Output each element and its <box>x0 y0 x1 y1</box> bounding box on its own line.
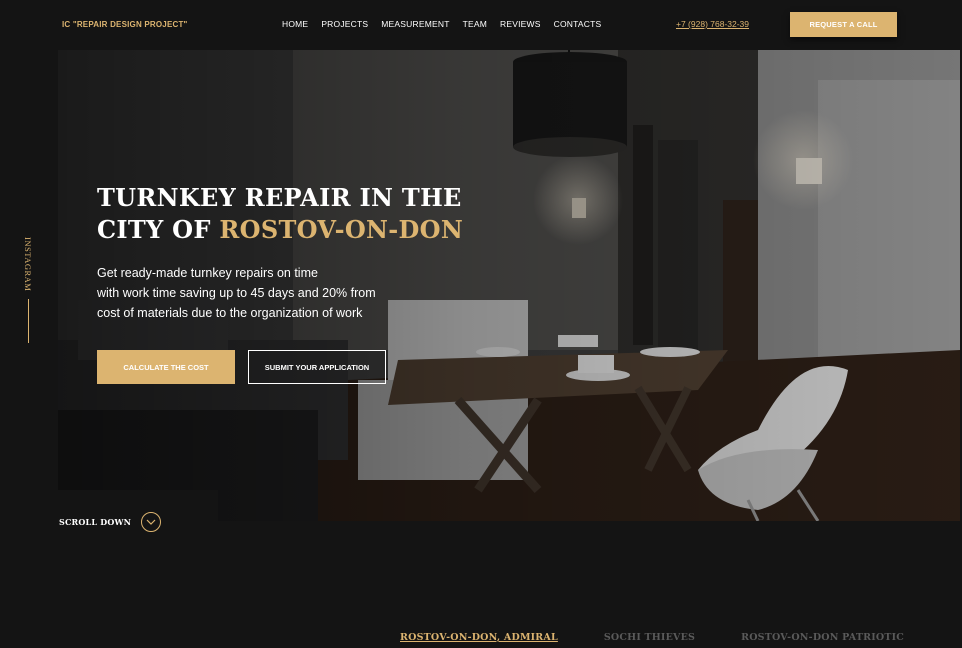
request-call-button[interactable]: REQUEST A CALL <box>790 12 897 37</box>
phone-link[interactable]: +7 (928) 768-32-39 <box>676 19 749 29</box>
submit-application-button[interactable]: SUBMIT YOUR APPLICATION <box>248 350 386 384</box>
nav-projects[interactable]: PROJECTS <box>321 19 368 29</box>
hero-subtitle-line: cost of materials due to the organizatio… <box>97 306 363 320</box>
logo[interactable]: IC "REPAIR DESIGN PROJECT" <box>62 20 188 29</box>
instagram-line <box>27 299 29 344</box>
chevron-down-icon[interactable] <box>141 512 162 532</box>
main-nav: HOME PROJECTS MEASUREMENT TEAM REVIEWS C… <box>282 19 601 29</box>
nav-home[interactable]: HOME <box>282 19 308 29</box>
instagram-label: INSTAGRAM <box>23 237 33 292</box>
nav-reviews[interactable]: REVIEWS <box>500 19 541 29</box>
hero-subtitle-line: Get ready-made turnkey repairs on time <box>97 266 318 280</box>
tab-rostov-patriotic[interactable]: ROSTOV-ON-DON PATRIOTIC <box>741 632 904 643</box>
nav-team[interactable]: TEAM <box>463 19 487 29</box>
hero-title-prefix: CITY OF <box>97 215 220 244</box>
project-tabs: ROSTOV-ON-DON, ADMIRAL SOCHI THIEVES ROS… <box>400 632 904 643</box>
hero-title-line1: TURNKEY REPAIR IN THE <box>97 183 462 212</box>
hero-title-city: ROSTOV-ON-DON <box>219 215 464 244</box>
nav-contacts[interactable]: CONTACTS <box>554 19 602 29</box>
hero-subtitle-line: with work time saving up to 45 days and … <box>97 286 376 300</box>
nav-measurement[interactable]: MEASUREMENT <box>381 19 449 29</box>
instagram-link[interactable]: INSTAGRAM <box>21 237 35 344</box>
hero-title: TURNKEY REPAIR IN THE CITY OF ROSTOV-ON-… <box>97 182 463 246</box>
scroll-down-label: SCROLL DOWN <box>59 517 132 527</box>
tab-sochi-thieves[interactable]: SOCHI THIEVES <box>604 632 695 643</box>
scroll-down[interactable]: SCROLL DOWN <box>59 512 162 532</box>
hero-title-line2: CITY OF ROSTOV-ON-DON <box>97 214 463 246</box>
tab-rostov-admiral[interactable]: ROSTOV-ON-DON, ADMIRAL <box>400 632 558 643</box>
hero-subtitle: Get ready-made turnkey repairs on time w… <box>97 263 397 323</box>
calculate-cost-button[interactable]: CALCULATE THE COST <box>97 350 235 384</box>
